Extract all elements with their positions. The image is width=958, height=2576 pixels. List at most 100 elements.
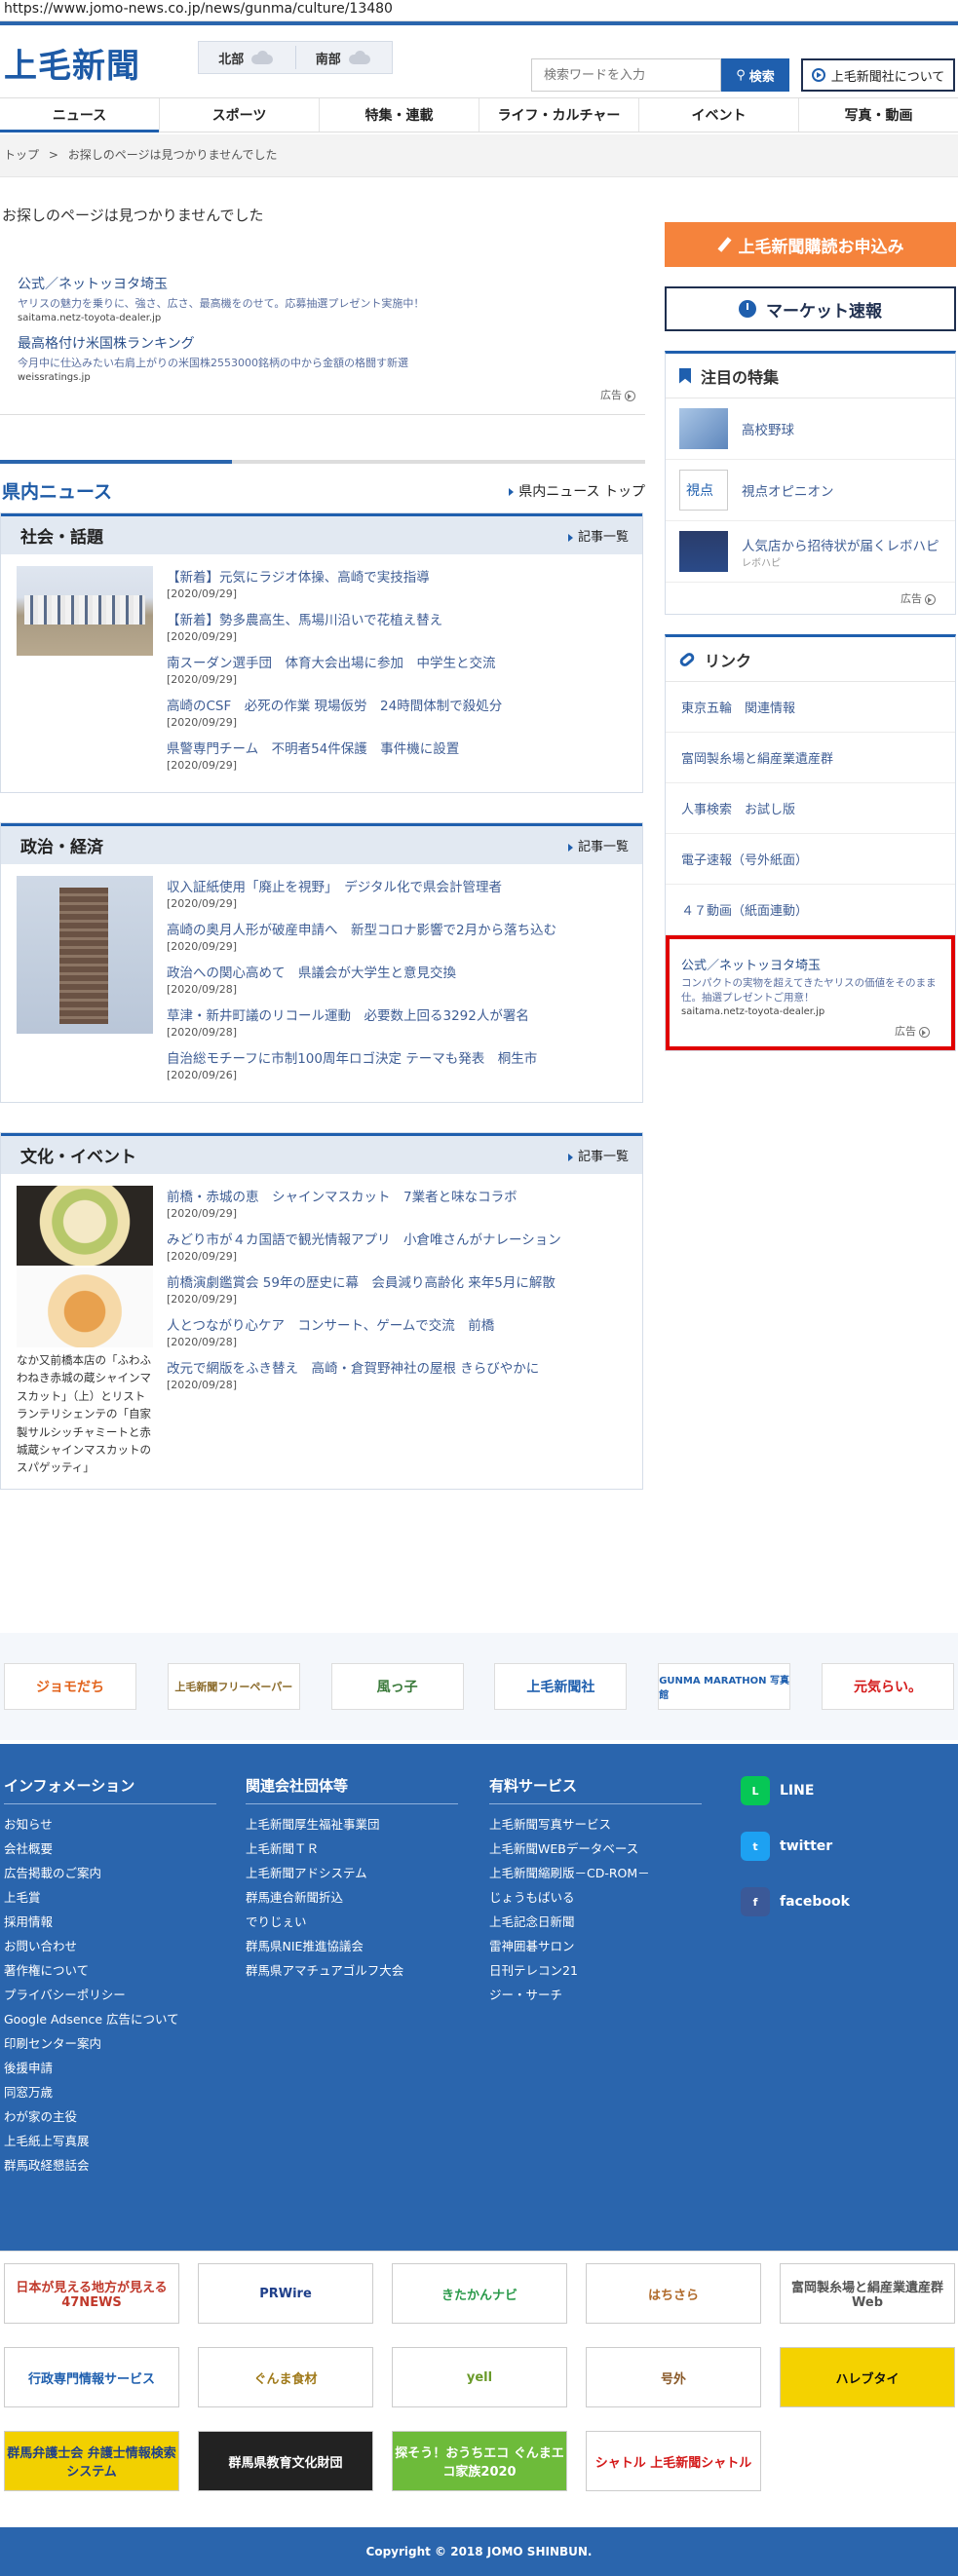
article-item[interactable]: 政治への関心高めて 県議会が大学生と意見交換 [2020/09/28] (167, 962, 629, 996)
banner-item[interactable]: 群馬弁護士会 弁護士情報検索システム (4, 2431, 179, 2491)
footer-link[interactable]: 群馬政経懇話会 (4, 2153, 216, 2178)
article-title[interactable]: 前橋演劇鑑賞会 59年の歴史に幕 会員減り高齢化 来年5月に解散 (167, 1271, 629, 1291)
radio-exercise-photo[interactable] (17, 566, 153, 656)
footer-link[interactable]: 会社概要 (4, 1837, 216, 1861)
prefecture-news-top-link[interactable]: 県内ニュース トップ (509, 481, 645, 501)
ad-title[interactable]: 最高格付け米国株ランキング (18, 333, 645, 353)
footer-link[interactable]: 群馬県アマチュアゴルフ大会 (246, 1958, 458, 1983)
footer-link[interactable]: じょうもばいる (489, 1885, 702, 1910)
banner-item[interactable]: シャトル 上毛新聞シャトル (586, 2431, 761, 2491)
banner-jomodachi[interactable]: ジョモだち (4, 1663, 136, 1710)
footer-link[interactable]: Google Adsence 広告について (4, 2007, 216, 2031)
banner-item[interactable]: PRWire (198, 2263, 373, 2324)
article-item[interactable]: 【新着】勢多農高生、馬場川沿いで花植え替え [2020/09/29] (167, 609, 629, 643)
banner-item[interactable]: ぐんま食材 (198, 2347, 373, 2407)
market-news-button[interactable]: マーケット速報 (665, 286, 956, 331)
footer-link[interactable]: 採用情報 (4, 1910, 216, 1934)
footer-link[interactable]: プライバシーポリシー (4, 1983, 216, 2007)
sidebar-link[interactable]: 富岡製糸場と絹産業遺産群 (666, 733, 955, 783)
section-thumbnail[interactable] (17, 566, 153, 780)
nav-life-culture[interactable]: ライフ・カルチャー (479, 98, 639, 132)
footer-link[interactable]: 上毛新聞ＴＲ (246, 1837, 458, 1861)
article-title[interactable]: 南スーダン選手団 体育大会出場に参加 中学生と交流 (167, 652, 629, 671)
ad-label[interactable]: 広告 (666, 583, 955, 614)
article-title[interactable]: 高崎の奥月人形が破産申請へ 新型コロナ影響で2月から落ち込む (167, 919, 629, 938)
social-facebook[interactable]: f facebook (741, 1886, 850, 1917)
section-more-link[interactable]: 記事一覧 (567, 836, 629, 854)
article-title[interactable]: 人とつながり心ケア コンサート、ゲームで交流 前橋 (167, 1314, 629, 1334)
banner-item[interactable]: 富岡製糸場と絹産業遺産群Web (780, 2263, 955, 2324)
feature-name[interactable]: 高校野球 (742, 419, 794, 438)
footer-link[interactable]: 上毛新聞厚生福祉事業団 (246, 1812, 458, 1837)
search-input[interactable] (531, 58, 721, 92)
footer-link[interactable]: ジー・サーチ (489, 1983, 702, 2007)
article-item[interactable]: 高崎の奥月人形が破産申請へ 新型コロナ影響で2月から落ち込む [2020/09/2… (167, 919, 629, 953)
banner-kazekko[interactable]: 風っ子 (330, 1663, 464, 1710)
ad-title[interactable]: 公式／ネットッヨタ埼玉 (18, 274, 645, 293)
banner-gunma-marathon[interactable]: GUNMA MARATHON 写真館 (658, 1663, 791, 1710)
address-bar[interactable]: https://www.jomo-news.co.jp/news/gunma/c… (0, 0, 958, 21)
social-line[interactable]: L LINE (741, 1775, 850, 1806)
ad-label[interactable]: 広告 (0, 387, 645, 402)
article-title[interactable]: 県警専門チーム 不明者54件保護 事件機に設置 (167, 738, 629, 757)
site-logo[interactable]: 上毛新聞 (4, 39, 140, 87)
ad-item[interactable]: 公式／ネットッヨタ埼玉 ヤリスの魅力を乗りに、強さ、広さ、最高機をのせて。応募抽… (18, 274, 645, 323)
article-item[interactable]: 前橋演劇鑑賞会 59年の歴史に幕 会員減り高齢化 来年5月に解散 [2020/09… (167, 1271, 629, 1306)
article-title[interactable]: 自治総モチーフに市制100周年ロゴ決定 テーマも発表 桐生市 (167, 1047, 629, 1067)
article-item[interactable]: 高崎のCSF 必死の作業 現場仮労 24時間体制で殺処分 [2020/09/29] (167, 695, 629, 729)
sidebar-link[interactable]: 電子速報（号外紙面） (666, 834, 955, 885)
banner-item[interactable]: 群馬県教育文化財団 (198, 2431, 373, 2491)
article-item[interactable]: 収入証紙使用「廃止を視野」 デジタル化で県会計管理者 [2020/09/29] (167, 876, 629, 910)
section-thumbnail[interactable]: なか又前橋本店の「ふわふわねき赤城の蔵シャインマスカット」（上）とリストランテリ… (17, 1186, 153, 1477)
feature-name[interactable]: 視点オピニオン (742, 480, 834, 500)
article-item[interactable]: 人とつながり心ケア コンサート、ゲームで交流 前橋 [2020/09/28] (167, 1314, 629, 1348)
footer-link[interactable]: 上毛新聞WEBデータベース (489, 1837, 702, 1861)
article-title[interactable]: 【新着】勢多農高生、馬場川沿いで花植え替え (167, 609, 629, 628)
article-item[interactable]: 改元で網版をふき替え 高崎・倉賀野神社の屋根 きらびやかに [2020/09/28… (167, 1357, 629, 1391)
article-title[interactable]: 高崎のCSF 必死の作業 現場仮労 24時間体制で殺処分 (167, 695, 629, 714)
weather-south[interactable]: 南部 (296, 49, 393, 67)
footer-link[interactable]: 群馬県NIE推進協議会 (246, 1934, 458, 1958)
banner-item[interactable]: ハレブタイ (780, 2347, 955, 2407)
footer-link[interactable]: 印刷センター案内 (4, 2031, 216, 2056)
footer-link[interactable]: でりじぇい (246, 1910, 458, 1934)
footer-link[interactable]: 同窓万歳 (4, 2080, 216, 2104)
search-button[interactable]: ⚲ 検索 (721, 58, 789, 92)
section-more-link[interactable]: 記事一覧 (567, 526, 629, 545)
muscat-sweets-photo[interactable] (17, 1186, 153, 1266)
banner-item[interactable]: yell (392, 2347, 567, 2407)
banner-jomo-shinbunsha[interactable]: 上毛新聞社 (494, 1663, 628, 1710)
article-item[interactable]: 草津・新井町議のリコール運動 必要数上回る3292人が署名 [2020/09/28… (167, 1004, 629, 1039)
article-title[interactable]: 政治への関心高めて 県議会が大学生と意見交換 (167, 962, 629, 981)
article-item[interactable]: 自治総モチーフに市制100周年ロゴ決定 テーマも発表 桐生市 [2020/09/2… (167, 1047, 629, 1081)
prefectural-office-photo[interactable] (17, 876, 153, 1034)
nav-news[interactable]: ニュース (0, 98, 160, 133)
subscribe-button[interactable]: 上毛新聞購読お申込み (665, 222, 956, 267)
article-title[interactable]: みどり市が４カ国語で観光情報アプリ 小倉唯さんがナレーション (167, 1229, 629, 1248)
article-title[interactable]: 【新着】元気にラジオ体操、高崎で実技指導 (167, 566, 629, 586)
section-thumbnail[interactable] (17, 876, 153, 1090)
footer-link[interactable]: 著作権について (4, 1958, 216, 1983)
nav-sports[interactable]: スポーツ (160, 98, 320, 132)
footer-link[interactable]: わが家の主役 (4, 2104, 216, 2129)
article-title[interactable]: 改元で網版をふき替え 高崎・倉賀野神社の屋根 きらびやかに (167, 1357, 629, 1377)
footer-link[interactable]: 広告掲載のご案内 (4, 1861, 216, 1885)
weather-north[interactable]: 北部 (199, 49, 295, 67)
nav-features[interactable]: 特集・連載 (320, 98, 479, 132)
banner-item[interactable]: きたかんナビ (392, 2263, 567, 2324)
section-more-link[interactable]: 記事一覧 (567, 1146, 629, 1164)
article-item[interactable]: 前橋・赤城の恵 シャインマスカット 7業者と味なコラボ [2020/09/29] (167, 1186, 629, 1220)
article-title[interactable]: 収入証紙使用「廃止を視野」 デジタル化で県会計管理者 (167, 876, 629, 895)
feature-thumbnail[interactable] (679, 408, 728, 449)
ad-title[interactable]: 公式／ネットッヨタ埼玉 (681, 955, 939, 973)
footer-link[interactable]: 雷神囲碁サロン (489, 1934, 702, 1958)
banner-genki[interactable]: 元気らい。 (821, 1663, 954, 1710)
article-item[interactable]: 県警専門チーム 不明者54件保護 事件機に設置 [2020/09/29] (167, 738, 629, 772)
article-title[interactable]: 草津・新井町議のリコール運動 必要数上回る3292人が署名 (167, 1004, 629, 1024)
article-item[interactable]: 【新着】元気にラジオ体操、高崎で実技指導 [2020/09/29] (167, 566, 629, 600)
banner-item[interactable]: はちさら (586, 2263, 761, 2324)
sidebar-link[interactable]: 人事検索 お試し版 (666, 783, 955, 834)
feature-thumbnail[interactable] (679, 470, 728, 511)
banner-item[interactable]: 探そう！おうちエコ ぐんまエコ家族2020 (392, 2431, 567, 2491)
footer-link[interactable]: お問い合わせ (4, 1934, 216, 1958)
